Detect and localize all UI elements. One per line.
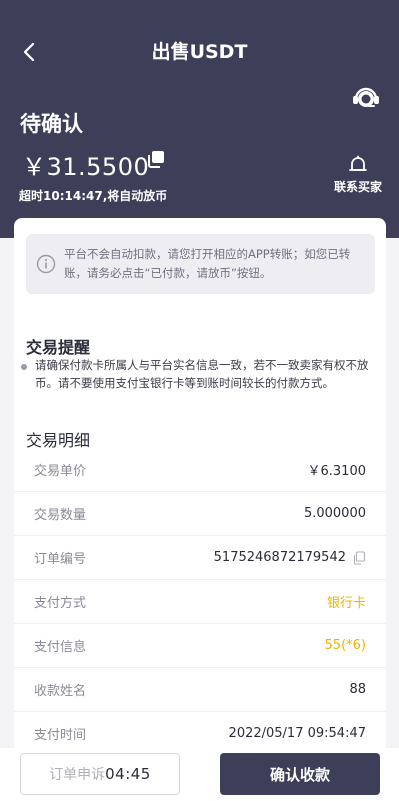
bottom-action-bar: 订单申诉 04:45 确认收款: [0, 748, 399, 801]
detail-label: 收款姓名: [34, 684, 87, 699]
copy-icon[interactable]: [352, 550, 366, 565]
bullet-dot: [21, 364, 27, 370]
info-icon: [36, 254, 56, 274]
detail-label: 订单编号: [34, 552, 87, 567]
trade-tips-text: 请确保付款卡所属人与平台实名信息一致，若不一致卖家有权不放币。请不要使用支付宝银…: [35, 358, 369, 390]
notice-text: 平台不会自动扣款，请您打开相应的APP转账；如您已转账，请务必点击“已付款，请放…: [64, 247, 351, 280]
appeal-timer: 04:45: [105, 765, 151, 783]
payment-notice: 平台不会自动扣款，请您打开相应的APP转账；如您已转账，请务必点击“已付款，请放…: [26, 234, 375, 294]
header: 出售USDT 待确认 ￥31.5500 超时10:14:47,将自动放币 联系买…: [0, 0, 399, 238]
detail-value: 银行卡: [326, 596, 366, 611]
detail-label: 交易数量: [34, 508, 87, 523]
trade-details-list: 交易单价 ￥6.3100 交易数量 5.000000 订单编号 51752468…: [14, 448, 386, 756]
contact-buyer-label: 联系买家: [333, 180, 382, 194]
order-status: 待确认: [20, 112, 83, 136]
detail-value: 88: [349, 682, 366, 697]
confirm-receipt-button[interactable]: 确认收款: [220, 753, 380, 795]
auto-release-countdown: 超时10:14:47,将自动放币: [19, 189, 168, 203]
detail-value: 5.000000: [303, 506, 366, 521]
appeal-button[interactable]: 订单申诉 04:45: [20, 753, 180, 795]
order-amount: ￥31.5500: [22, 153, 150, 181]
detail-label: 支付时间: [34, 728, 87, 743]
detail-value: ￥6.3100: [307, 464, 367, 479]
detail-label: 交易单价: [34, 464, 87, 479]
detail-row-order-number: 订单编号 5175246872179542: [14, 536, 386, 580]
appeal-label: 订单申诉: [49, 767, 106, 783]
detail-row-quantity: 交易数量 5.000000: [14, 492, 386, 536]
trade-tips-title: 交易提醒: [26, 338, 91, 357]
detail-row-payment-info: 支付信息 55(*6): [14, 624, 386, 668]
detail-value: 2022/05/17 09:54:47: [228, 726, 366, 741]
detail-row-unit-price: 交易单价 ￥6.3100: [14, 448, 386, 492]
bell-icon: [349, 155, 367, 171]
copy-icon[interactable]: [146, 149, 166, 169]
detail-value-wrap: 5175246872179542: [214, 550, 366, 565]
detail-label: 支付信息: [34, 640, 87, 655]
customer-service-icon[interactable]: [351, 84, 381, 110]
contact-buyer-button[interactable]: 联系买家: [330, 154, 386, 195]
detail-row-payment-method: 支付方式 银行卡: [14, 580, 386, 624]
order-card: 平台不会自动扣款，请您打开相应的APP转账；如您已转账，请务必点击“已付款，请放…: [14, 218, 386, 801]
detail-value: 55(*6): [324, 638, 366, 653]
detail-row-payee-name: 收款姓名 88: [14, 668, 386, 712]
page-title: 出售USDT: [151, 41, 248, 63]
order-number-value: 5175246872179542: [213, 550, 346, 565]
detail-label: 支付方式: [34, 596, 87, 611]
